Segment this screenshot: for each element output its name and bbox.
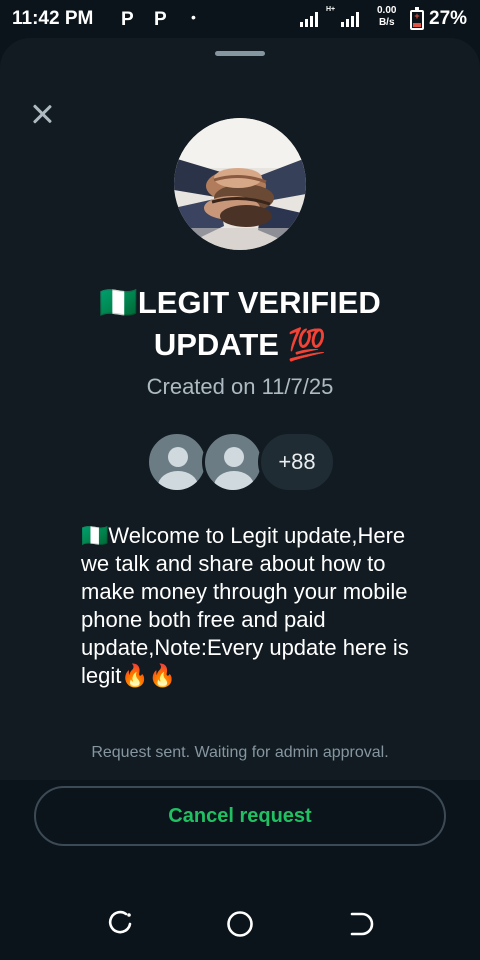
system-nav-bar bbox=[0, 880, 480, 960]
status-bar: 11:42 PM P P • H+ 0.00 B/s + 27% bbox=[0, 0, 480, 38]
network-speed-unit: B/s bbox=[378, 17, 395, 28]
group-avatar bbox=[174, 118, 306, 250]
network-speed: 0.00 B/s bbox=[377, 5, 396, 29]
created-date: Created on 11/7/25 bbox=[146, 374, 334, 399]
home-icon[interactable] bbox=[226, 910, 254, 938]
network-speed-value: 0.00 bbox=[377, 5, 397, 16]
signal-strength-icon bbox=[300, 11, 322, 27]
request-status-text: Request sent. Waiting for admin approval… bbox=[91, 744, 389, 761]
signal-strength-icon bbox=[341, 11, 363, 27]
battery-percent: 27% bbox=[429, 8, 468, 29]
battery-icon: + bbox=[410, 7, 424, 30]
member-avatars[interactable]: +88 bbox=[146, 431, 336, 493]
notification-app-icon: P bbox=[154, 9, 167, 30]
recents-icon[interactable] bbox=[106, 910, 134, 938]
more-notifications-dot: • bbox=[191, 9, 196, 25]
group-description: 🇳🇬Welcome to Legit update,Here we talk a… bbox=[81, 523, 409, 688]
group-info-sheet: 🇳🇬LEGIT VERIFIED UPDATE 💯 Created on 11/… bbox=[0, 38, 480, 780]
group-title: 🇳🇬LEGIT VERIFIED UPDATE 💯 bbox=[99, 285, 381, 362]
close-icon[interactable] bbox=[26, 98, 58, 130]
member-avatar bbox=[202, 431, 264, 493]
more-members-count: +88 bbox=[258, 431, 336, 493]
group-photo-hands bbox=[174, 118, 306, 250]
member-avatar bbox=[146, 431, 208, 493]
network-type-label: H+ bbox=[326, 6, 336, 13]
notification-app-icon: P bbox=[121, 9, 134, 30]
cancel-request-button[interactable]: Cancel request bbox=[34, 786, 446, 846]
status-time: 11:42 PM bbox=[12, 8, 94, 29]
back-icon[interactable] bbox=[346, 910, 374, 938]
drag-handle[interactable] bbox=[215, 51, 265, 56]
